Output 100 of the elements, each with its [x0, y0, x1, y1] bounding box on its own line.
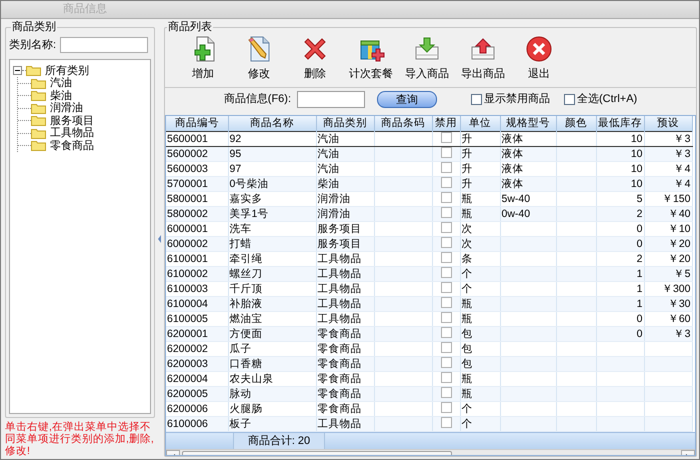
checkbox[interactable]: [440, 387, 452, 398]
table-cell: 零食商品: [316, 356, 374, 372]
table-cell: 6200005: [166, 386, 228, 402]
tree-item[interactable]: 工具物品: [50, 127, 94, 140]
tree-item[interactable]: 服务项目: [50, 114, 94, 127]
checkbox[interactable]: [440, 282, 452, 294]
table-cell: 包: [460, 356, 500, 372]
table-cell: 脉动: [228, 386, 316, 402]
table-cell: 美孚1号: [228, 206, 316, 222]
folder-icon: [26, 65, 41, 76]
column-header[interactable]: 规格型号: [500, 116, 556, 132]
table-cell: 液体: [500, 176, 556, 192]
checkbox[interactable]: [440, 252, 452, 264]
table-cell: ￥40: [644, 206, 692, 222]
folder-icon: [31, 128, 46, 139]
checkbox[interactable]: [440, 312, 452, 324]
table-cell: 补胎液: [228, 296, 316, 312]
table-cell: 1: [596, 266, 644, 282]
table-cell: ￥5: [644, 266, 692, 282]
expand-toggle[interactable]: [13, 66, 22, 76]
toolbar-button[interactable]: 导入商品: [401, 35, 453, 82]
column-header[interactable]: 禁用: [432, 116, 460, 132]
column-header[interactable]: 商品编号: [166, 116, 228, 132]
table-cell: 6200003: [166, 356, 228, 372]
checkbox[interactable]: [440, 147, 452, 158]
checkbox[interactable]: [440, 267, 452, 278]
table-cell: 5800002: [166, 206, 228, 222]
toolbar-button[interactable]: 删除: [289, 35, 341, 82]
checkbox[interactable]: [440, 402, 452, 414]
toolbar-button[interactable]: 修改: [233, 35, 285, 82]
checkbox[interactable]: [440, 192, 452, 204]
group-title: 商品列表: [167, 21, 213, 33]
column-header[interactable]: 商品名称: [228, 116, 316, 132]
splitter-handle-icon[interactable]: [158, 235, 162, 243]
tree-item[interactable]: 柴油: [50, 90, 72, 102]
column-header[interactable]: 商品条码: [374, 116, 432, 132]
tree-item[interactable]: 汽油: [50, 77, 72, 90]
checkbox-label[interactable]: 显示禁用商品: [484, 91, 550, 108]
folder-icon: [31, 90, 46, 102]
table-cell: 口香糖: [228, 356, 316, 372]
table-cell: 6100004: [166, 296, 228, 312]
tree-item[interactable]: 所有类别: [45, 64, 89, 77]
table-cell: 服务项目: [316, 236, 374, 252]
table-cell: 10: [596, 146, 644, 162]
checkbox[interactable]: [564, 94, 576, 105]
tree-item[interactable]: 零食商品: [50, 140, 94, 152]
checkbox[interactable]: [440, 417, 452, 428]
table-cell: 6100002: [166, 266, 228, 282]
table-cell: 5600002: [166, 146, 228, 162]
table-cell: 工具物品: [316, 266, 374, 282]
table-cell: 包: [460, 326, 500, 342]
column-header[interactable]: 单位: [460, 116, 500, 132]
total-count: 商品合计: 20: [233, 433, 325, 450]
query-button[interactable]: 查询: [377, 91, 438, 108]
table-cell: 2: [596, 206, 644, 222]
checkbox[interactable]: [440, 132, 452, 144]
column-header[interactable]: 最低库存: [596, 116, 644, 132]
table-cell: 零食商品: [316, 326, 374, 342]
column-header[interactable]: 商品类别: [316, 116, 374, 132]
checkbox[interactable]: [440, 327, 452, 338]
checkbox[interactable]: [440, 237, 452, 248]
toolbar-button[interactable]: 计次套餐: [345, 35, 397, 82]
table-cell: 升: [460, 176, 500, 192]
table-cell: 瓶: [460, 386, 500, 402]
checkbox[interactable]: [471, 94, 482, 105]
toolbar-button[interactable]: 导出商品: [457, 35, 509, 82]
table-cell: 0号柴油: [228, 176, 316, 192]
checkbox[interactable]: [440, 297, 452, 308]
tree-item[interactable]: 润滑油: [50, 102, 83, 114]
table-cell: 92: [228, 132, 316, 147]
checkbox[interactable]: [440, 207, 452, 218]
table-cell: ￥3: [644, 326, 692, 342]
checkbox-label[interactable]: 全选(Ctrl+A): [577, 91, 638, 108]
input-field[interactable]: [60, 37, 148, 54]
column-header[interactable]: 预设: [644, 116, 692, 132]
checkbox[interactable]: [440, 222, 452, 234]
toolbar-button[interactable]: 退出: [513, 35, 565, 82]
table-cell: 0: [596, 236, 644, 252]
close-circle-icon: [525, 35, 553, 63]
toolbar-button[interactable]: 增加: [177, 35, 229, 82]
window-title: 商品信息: [63, 2, 107, 18]
table-cell: 液体: [500, 146, 556, 162]
table-cell: 次: [460, 236, 500, 252]
checkbox[interactable]: [440, 357, 452, 368]
checkbox[interactable]: [440, 342, 452, 354]
table-cell: 零食商品: [316, 386, 374, 402]
checkbox[interactable]: [440, 177, 452, 188]
table-cell: ￥3: [644, 146, 692, 162]
table-cell: 方便面: [228, 326, 316, 342]
group-title: 商品类别: [11, 21, 57, 33]
hint-text: 单击右键,在弹出菜单中选择不同菜单项进行类别的添加,删除,修改!: [5, 420, 155, 457]
table-cell: 润滑油: [316, 206, 374, 222]
table-cell: 1: [596, 296, 644, 312]
table-cell: 0: [596, 326, 644, 342]
column-header[interactable]: 颜色: [556, 116, 596, 132]
checkbox[interactable]: [440, 372, 452, 384]
search-field[interactable]: [297, 91, 366, 108]
table-cell: 汽油: [316, 146, 374, 162]
folder-icon: [31, 102, 46, 114]
checkbox[interactable]: [440, 162, 452, 174]
